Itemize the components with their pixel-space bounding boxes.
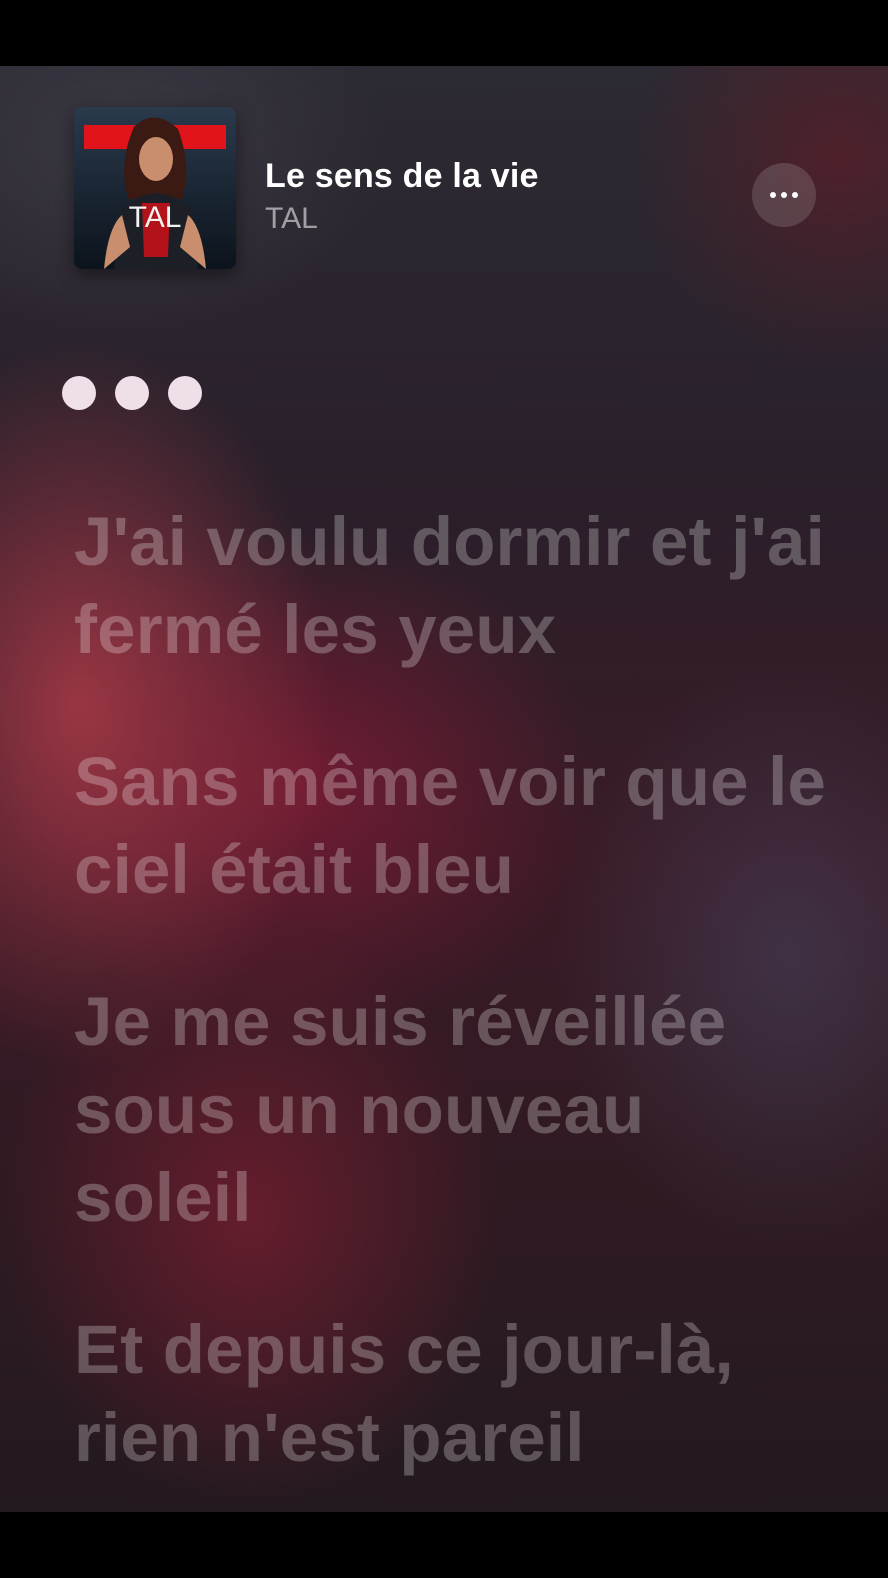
album-artwork[interactable]: TAL — [74, 107, 236, 269]
more-horizontal-icon — [792, 192, 798, 198]
more-options-button[interactable] — [752, 163, 816, 227]
more-horizontal-icon — [781, 192, 787, 198]
lyric-line[interactable]: Et depuis ce jour-là, rien n'est pareil — [74, 1306, 834, 1482]
top-letterbox — [0, 0, 888, 66]
lyric-line[interactable]: Je me suis réveillée sous un nouveau sol… — [74, 978, 834, 1242]
interlude-dot-icon — [168, 376, 202, 410]
interlude-dot-icon — [62, 376, 96, 410]
lyrics-screen: TAL Le sens de la vie TAL J'ai voulu dor… — [0, 66, 888, 1512]
album-cover-image: TAL — [74, 107, 236, 269]
album-cover-logo: TAL — [129, 201, 182, 234]
now-playing-header: TAL Le sens de la vie TAL — [0, 66, 888, 306]
track-artist[interactable]: TAL — [265, 202, 318, 236]
lyrics-list: J'ai voulu dormir et j'ai fermé les yeux… — [74, 498, 834, 1512]
bottom-letterbox — [0, 1512, 888, 1578]
track-title: Le sens de la vie — [265, 157, 539, 195]
interlude-dot-icon — [115, 376, 149, 410]
lyric-line[interactable]: J'ai voulu dormir et j'ai fermé les yeux — [74, 498, 834, 674]
interlude-indicator — [62, 376, 202, 410]
lyric-line[interactable]: Sans même voir que le ciel était bleu — [74, 738, 834, 914]
more-horizontal-icon — [770, 192, 776, 198]
